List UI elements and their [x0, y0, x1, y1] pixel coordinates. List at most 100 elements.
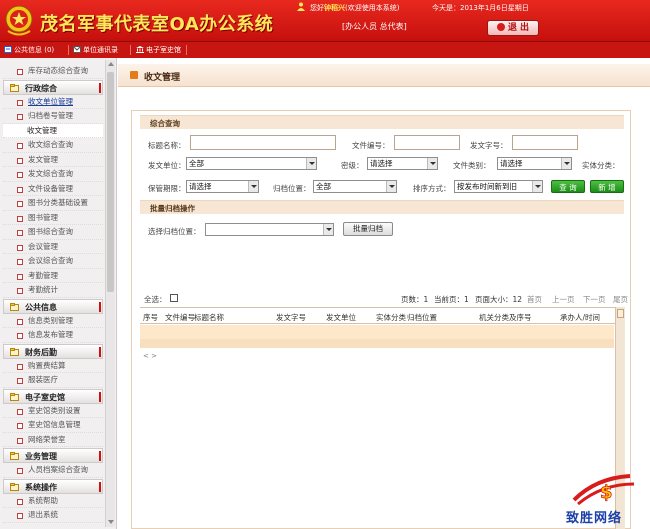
select-all-label: 全选：: [144, 295, 167, 304]
sidebar-item[interactable]: 信息发布管理: [3, 328, 103, 343]
sidebar-group-header[interactable]: 电子室史馆: [3, 388, 103, 404]
sidebar-group-header[interactable]: 财务后勤: [3, 343, 103, 359]
sidebar-item[interactable]: 库存动态综合查询: [3, 64, 103, 79]
sidebar-item-label: 收文综合查询: [28, 140, 73, 149]
sidebar-item[interactable]: 室史馆信息管理: [3, 418, 103, 433]
nav-public-info[interactable]: 公共信息 (0): [4, 45, 54, 55]
sidebar-item[interactable]: 收文管理: [3, 123, 103, 138]
finance-icon: [10, 347, 19, 356]
sidebar-item[interactable]: 图书管理: [3, 211, 103, 225]
pager-prev-link[interactable]: 上一页: [552, 294, 575, 305]
sidebar-item[interactable]: 图书综合查询: [3, 225, 103, 240]
sidebar-item-label: 图书综合查询: [28, 227, 73, 236]
system-icon: [10, 482, 19, 491]
sort-by-label: 排序方式：: [413, 184, 451, 193]
col-handler-time: 承办人/时间: [560, 313, 601, 322]
sidebar-item-label: 网络荣誉室: [28, 434, 66, 444]
query-button[interactable]: 查 询: [551, 180, 585, 193]
issuing-unit-select[interactable]: 全部: [186, 157, 317, 170]
add-button[interactable]: 新 增: [590, 180, 624, 193]
scrollbar-thumb[interactable]: [617, 309, 624, 318]
sidebar-item[interactable]: 购置费结算: [3, 359, 103, 373]
chevron-down-icon: [532, 181, 542, 192]
horizontal-scroll-arrows[interactable]: < >: [143, 352, 157, 360]
sidebar-item[interactable]: 信息类别管理: [3, 314, 103, 328]
col-doc-number: 文件编号: [165, 313, 195, 322]
archive-location-select[interactable]: 全部: [313, 180, 397, 193]
col-title: 标题名称: [194, 313, 224, 322]
col-doc-char: 发文字号: [276, 313, 306, 322]
col-agency-category: 机关分类及序号: [479, 313, 532, 322]
logout-button[interactable]: 退 出: [487, 20, 539, 36]
pager-next-link[interactable]: 下一页: [583, 294, 606, 305]
nav-divider: [68, 45, 69, 55]
sidebar-item[interactable]: 考勤管理: [3, 269, 103, 283]
pager-first-link[interactable]: 首页: [527, 294, 542, 305]
sidebar-item[interactable]: 考勤统计: [3, 283, 103, 298]
select-all-checkbox[interactable]: [170, 294, 178, 302]
retention-label: 保管期限：: [148, 184, 186, 193]
doc-category-select[interactable]: 请选择: [497, 157, 572, 170]
sidebar-item[interactable]: 室史馆类别设置: [3, 404, 103, 418]
emblem-icon: [5, 5, 33, 36]
table-row-highlight: [140, 325, 614, 339]
scroll-up-icon[interactable]: [108, 62, 114, 66]
retention-select[interactable]: 请选择: [186, 180, 259, 193]
sidebar-item[interactable]: 发文管理: [3, 153, 103, 167]
watermark-logo: $: [572, 474, 635, 506]
user-role: [办公人员 总代表]: [342, 22, 407, 31]
sidebar-item-label: 图书分类基础设置: [28, 198, 88, 207]
sidebar-item[interactable]: 会议综合查询: [3, 254, 103, 269]
sidebar-item-label: 信息类别管理: [28, 315, 73, 325]
sidebar-item[interactable]: 收文单位管理: [3, 95, 103, 109]
batch-archive-button[interactable]: 批量归档: [343, 222, 393, 236]
pager-last-link[interactable]: 尾页: [613, 294, 628, 305]
sidebar-item-label: 文件设备管理: [28, 183, 73, 193]
sort-by-select[interactable]: 按发布时间新到旧: [454, 180, 543, 193]
sidebar-group-label: 业务管理: [25, 452, 57, 461]
batch-location-label: 选择归档位置：: [148, 227, 201, 236]
sidebar-group-header[interactable]: 行政综合: [3, 79, 103, 95]
scrollbar-thumb[interactable]: [107, 72, 114, 292]
sidebar-group-header[interactable]: 系统操作: [3, 478, 103, 494]
nav-museum[interactable]: 电子室史馆: [136, 45, 181, 55]
greeting-prefix: 您好: [310, 4, 324, 12]
svg-text:$: $: [600, 482, 613, 503]
secrecy-select[interactable]: 请选择: [367, 157, 438, 170]
header: 茂名军事代表室OA办公系统 您好钟稻兴(欢迎使用本系统) [办公人员 总代表] …: [0, 0, 650, 41]
sidebar-item[interactable]: 系统帮助: [3, 494, 103, 508]
sidebar-item-label: 购置费结算: [28, 360, 66, 370]
issuing-unit-label: 发文单位：: [148, 161, 186, 170]
sidebar-item[interactable]: 退出系统: [3, 508, 103, 523]
doc-number-input[interactable]: [394, 135, 460, 150]
sidebar-scrollbar[interactable]: [105, 60, 115, 527]
sidebar-item[interactable]: 归档卷号管理: [3, 109, 103, 124]
sidebar-item[interactable]: 会议管理: [3, 240, 103, 254]
sidebar-item[interactable]: 图书分类基础设置: [3, 196, 103, 211]
sidebar-group-label: 行政综合: [25, 83, 57, 93]
sidebar-item[interactable]: 文件设备管理: [3, 182, 103, 196]
museum-icon: [136, 46, 144, 53]
sidebar-item[interactable]: 服装医疗: [3, 373, 103, 388]
app-title: 茂名军事代表室OA办公系统: [40, 14, 274, 35]
content-frame: 综合查询 标题名称： 文件编号： 发文字号： 发文单位： 全部 密级： 请选择 …: [131, 110, 631, 529]
museum-icon: [10, 392, 19, 401]
nav-address-book[interactable]: 单位通讯录: [73, 45, 118, 55]
sidebar-item[interactable]: 网络荣誉室: [3, 433, 103, 447]
doc-char-input[interactable]: [512, 135, 578, 150]
scroll-down-icon[interactable]: [108, 520, 114, 524]
chevron-down-icon: [386, 181, 396, 192]
sidebar-item[interactable]: 收文综合查询: [3, 138, 103, 153]
sidebar-group-header[interactable]: 业务管理: [3, 448, 103, 463]
sidebar-group-header[interactable]: 公共信息: [3, 298, 103, 314]
sidebar-item-label: 会议综合查询: [28, 256, 73, 265]
sidebar-item[interactable]: 发文综合查询: [3, 167, 103, 182]
sidebar-item[interactable]: 人员档案综合查询: [3, 463, 103, 478]
sidebar-item-label: 信息发布管理: [28, 330, 73, 339]
chevron-down-icon: [306, 158, 316, 169]
title-name-input[interactable]: [190, 135, 336, 150]
table-row-filler: [140, 339, 614, 348]
public-info-icon: [4, 46, 12, 53]
batch-location-select[interactable]: [205, 223, 334, 236]
power-icon: [496, 23, 505, 31]
